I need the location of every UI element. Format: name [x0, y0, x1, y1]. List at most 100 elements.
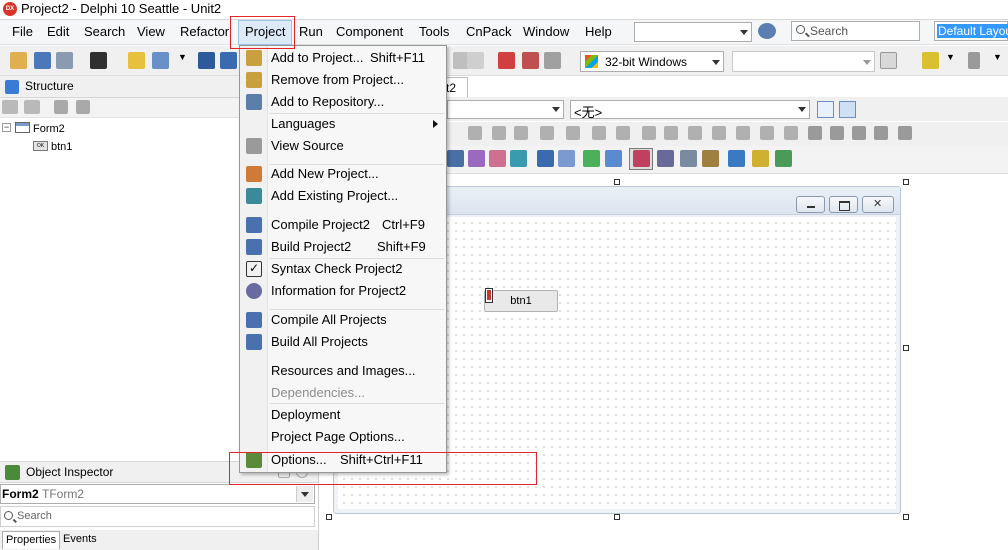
size-icon[interactable] — [874, 126, 888, 140]
object-inspector-search-input[interactable]: Search — [0, 506, 315, 527]
chevron-down-icon[interactable]: ▼ — [178, 52, 188, 69]
refresh-icon[interactable] — [880, 52, 897, 69]
palette-component-icon[interactable] — [468, 150, 485, 167]
size-icon[interactable] — [830, 126, 844, 140]
palette-component-icon[interactable] — [633, 150, 650, 167]
align-icon[interactable] — [712, 126, 726, 140]
resize-handle[interactable] — [903, 514, 909, 520]
resize-handle[interactable] — [326, 514, 332, 520]
palette-component-icon[interactable] — [583, 150, 600, 167]
viewselector-combo[interactable]: <无> — [570, 100, 810, 120]
new-file-icon[interactable] — [128, 52, 145, 69]
back-icon[interactable] — [922, 52, 939, 69]
save-desktop-icon[interactable] — [758, 23, 776, 39]
menu-item-languages[interactable]: Languages — [240, 113, 446, 135]
menu-item-information-for-project2[interactable]: Information for Project2 — [240, 280, 446, 302]
menu-item-add-new-project[interactable]: Add New Project... — [240, 163, 446, 185]
palette-component-icon[interactable] — [605, 150, 622, 167]
menu-item-add-to-project[interactable]: Add to Project... Shift+F11 — [240, 47, 446, 69]
chevron-down-icon[interactable]: ▼ — [993, 52, 1003, 69]
menu-tools[interactable]: Tools — [413, 20, 455, 45]
align-left-icon[interactable] — [817, 101, 834, 118]
menu-window[interactable]: Window — [517, 20, 575, 45]
menu-refactor[interactable]: Refactor — [174, 20, 235, 45]
menu-item-build-project2[interactable]: Build Project2 Shift+F9 — [240, 236, 446, 258]
resize-handle[interactable] — [614, 179, 620, 185]
align-icon[interactable] — [468, 126, 482, 140]
palette-component-icon[interactable] — [447, 150, 464, 167]
align-icon[interactable] — [514, 126, 528, 140]
resize-handle[interactable] — [614, 514, 620, 520]
arrow-up-icon[interactable] — [54, 100, 68, 114]
new-items-icon[interactable] — [10, 52, 27, 69]
menu-item-compile-project2[interactable]: Compile Project2 Ctrl+F9 — [240, 214, 446, 236]
menu-item-syntax-check-project2[interactable]: ✓ Syntax Check Project2 — [240, 258, 446, 280]
palette-component-icon[interactable] — [702, 150, 719, 167]
view-form-icon[interactable] — [90, 52, 107, 69]
menu-cnpack[interactable]: CnPack — [460, 20, 518, 45]
run-without-debug-icon[interactable] — [522, 52, 539, 69]
palette-component-icon[interactable] — [657, 150, 674, 167]
maximize-icon[interactable] — [829, 196, 858, 213]
menu-edit[interactable]: Edit — [41, 20, 75, 45]
save-icon[interactable] — [198, 52, 215, 69]
palette-component-icon[interactable] — [775, 150, 792, 167]
align-icon[interactable] — [592, 126, 606, 140]
palette-component-icon[interactable] — [680, 150, 697, 167]
size-icon[interactable] — [808, 126, 822, 140]
layout-combo[interactable]: Default Layout — [934, 21, 1008, 41]
run-icon[interactable] — [498, 52, 515, 69]
menu-view[interactable]: View — [131, 20, 171, 45]
palette-component-icon[interactable] — [537, 150, 554, 167]
tab-events[interactable]: Events — [60, 531, 100, 549]
arrow-down-icon[interactable] — [76, 100, 90, 114]
chevron-down-icon[interactable]: ▼ — [946, 52, 956, 69]
resize-handle[interactable] — [903, 345, 909, 351]
save-all-icon[interactable] — [220, 52, 237, 69]
align-center-icon[interactable] — [839, 101, 856, 118]
desktop-combo[interactable] — [634, 22, 752, 42]
align-icon[interactable] — [784, 126, 798, 140]
align-icon[interactable] — [736, 126, 750, 140]
menu-search[interactable]: Search — [78, 20, 131, 45]
close-icon[interactable] — [862, 196, 894, 213]
menu-item-view-source[interactable]: View Source — [240, 135, 446, 157]
align-icon[interactable] — [688, 126, 702, 140]
minimize-icon[interactable] — [796, 196, 825, 213]
menu-item-remove-from-project[interactable]: Remove from Project... — [240, 69, 446, 91]
open-icon[interactable] — [34, 52, 51, 69]
menu-item-build-all-projects[interactable]: Build All Projects — [240, 331, 446, 353]
palette-component-icon[interactable] — [728, 150, 745, 167]
forward-icon[interactable] — [968, 52, 980, 69]
menu-component[interactable]: Component — [330, 20, 409, 45]
menu-item-deployment[interactable]: Deployment — [240, 404, 446, 426]
size-icon[interactable] — [898, 126, 912, 140]
palette-component-icon[interactable] — [489, 150, 506, 167]
tree-expander[interactable]: − — [2, 123, 11, 132]
form-button-btn1[interactable]: btn1 — [484, 290, 558, 312]
tree-item-btn1[interactable]: btn1 — [51, 140, 72, 154]
menu-item-add-existing-project[interactable]: Add Existing Project... — [240, 185, 446, 207]
tree-item-form2[interactable]: Form2 — [33, 122, 65, 136]
align-icon[interactable] — [492, 126, 506, 140]
menu-run[interactable]: Run — [293, 20, 329, 45]
palette-component-icon[interactable] — [752, 150, 769, 167]
menu-help[interactable]: Help — [579, 20, 618, 45]
size-icon[interactable] — [852, 126, 866, 140]
align-icon[interactable] — [566, 126, 580, 140]
align-icon[interactable] — [760, 126, 774, 140]
object-selector-combo[interactable]: Form2 TForm2 — [0, 484, 315, 504]
palette-component-icon[interactable] — [510, 150, 527, 167]
new-form-icon[interactable] — [467, 52, 484, 69]
menu-file[interactable]: File — [6, 20, 39, 45]
align-icon[interactable] — [540, 126, 554, 140]
ide-search-input[interactable]: Search — [791, 21, 920, 41]
menu-item-compile-all-projects[interactable]: Compile All Projects — [240, 309, 446, 331]
component-combo[interactable] — [447, 100, 564, 119]
chevron-down-icon[interactable] — [296, 486, 313, 502]
target-platform-combo[interactable]: 32-bit Windows — [580, 51, 724, 72]
align-icon[interactable] — [616, 126, 630, 140]
palette-component-icon[interactable] — [558, 150, 575, 167]
open-project-icon[interactable] — [56, 52, 73, 69]
open-file-icon[interactable] — [152, 52, 169, 69]
